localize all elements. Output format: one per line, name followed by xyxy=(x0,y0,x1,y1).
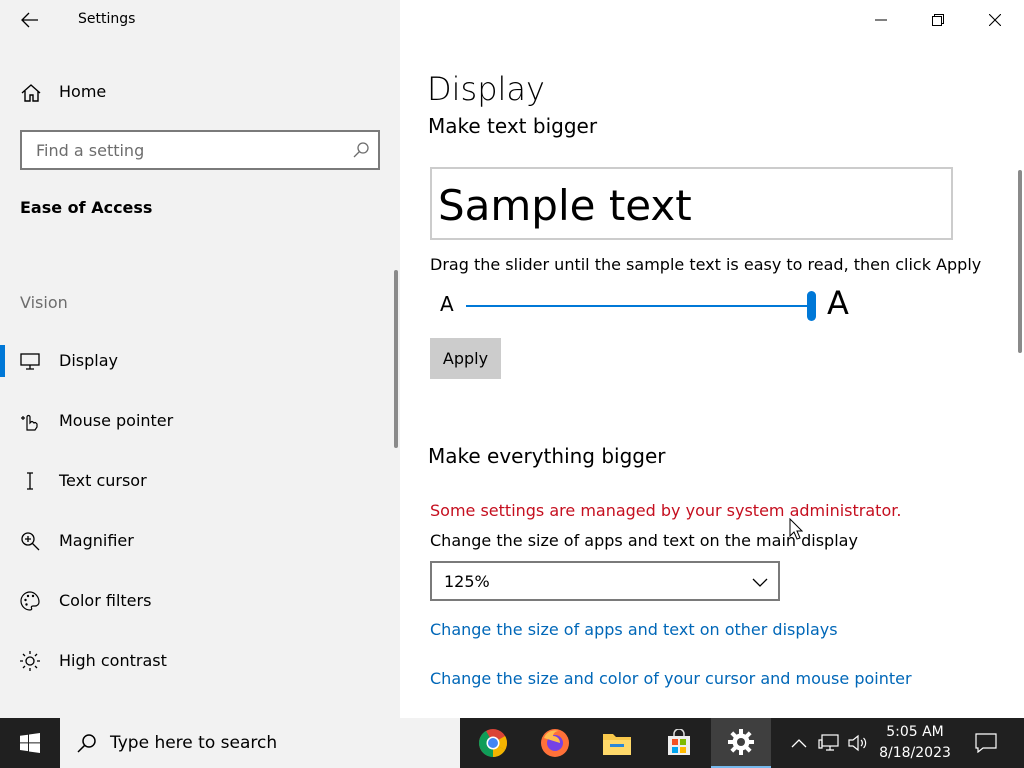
sidebar-item-label: Text cursor xyxy=(59,471,147,490)
search-input[interactable] xyxy=(22,132,342,168)
taskbar-search-placeholder: Type here to search xyxy=(110,733,278,753)
palette-icon xyxy=(20,591,40,611)
sample-text: Sample text xyxy=(438,181,692,230)
back-button[interactable] xyxy=(10,6,50,34)
monitor-icon xyxy=(20,353,40,370)
taskbar-app-file-explorer[interactable] xyxy=(587,718,647,768)
main-scrollbar[interactable] xyxy=(1018,170,1022,353)
sidebar-scrollbar[interactable] xyxy=(394,270,398,448)
sidebar-item-display[interactable]: Display xyxy=(0,339,400,383)
action-center-button[interactable] xyxy=(966,718,1006,768)
sidebar-item-label: Magnifier xyxy=(59,531,134,550)
sidebar-item-high-contrast[interactable]: High contrast xyxy=(0,639,400,683)
sidebar-item-label: Color filters xyxy=(59,591,152,610)
section-heading-everything-bigger: Make everything bigger xyxy=(428,444,666,468)
pointer-icon xyxy=(21,414,38,431)
apply-button[interactable]: Apply xyxy=(430,338,501,379)
sidebar-item-mouse-pointer[interactable]: Mouse pointer xyxy=(0,399,400,443)
sidebar-item-label: Home xyxy=(59,82,107,101)
text-size-slider-thumb[interactable] xyxy=(807,291,816,321)
text-size-slider-track[interactable] xyxy=(466,305,814,307)
link-cursor-pointer-size[interactable]: Change the size and color of your cursor… xyxy=(430,669,912,688)
sun-icon xyxy=(20,651,40,671)
link-other-displays[interactable]: Change the size of apps and text on othe… xyxy=(430,620,838,639)
main-content: Display Make text bigger Sample text Dra… xyxy=(400,0,1024,718)
scale-dropdown-value: 125% xyxy=(444,572,490,591)
slider-max-label: A xyxy=(827,284,849,322)
minimize-icon xyxy=(874,19,887,21)
clock-date: 8/18/2023 xyxy=(879,745,951,761)
speaker-icon xyxy=(848,734,867,752)
section-heading-text-bigger: Make text bigger xyxy=(428,114,598,138)
taskbar-app-chrome[interactable] xyxy=(463,718,523,768)
active-indicator xyxy=(0,345,5,377)
store-icon xyxy=(668,729,690,755)
tray-volume[interactable] xyxy=(847,732,869,754)
chrome-icon xyxy=(479,729,507,757)
magnifier-icon xyxy=(21,532,40,551)
slider-description: Drag the slider until the sample text is… xyxy=(430,255,982,274)
settings-gear-icon xyxy=(728,729,754,755)
minimize-button[interactable] xyxy=(852,0,909,40)
taskbar-clock[interactable]: 5:05 AM 8/18/2023 xyxy=(872,722,958,764)
taskbar-app-store[interactable] xyxy=(649,718,709,768)
sidebar-item-color-filters[interactable]: Color filters xyxy=(0,579,400,623)
start-button[interactable] xyxy=(0,718,60,768)
close-button[interactable] xyxy=(966,0,1023,40)
mouse-cursor-icon xyxy=(789,518,803,540)
close-icon xyxy=(988,14,1001,26)
sidebar-item-label: Mouse pointer xyxy=(59,411,174,430)
sidebar-item-magnifier[interactable]: Magnifier xyxy=(0,519,400,563)
home-icon xyxy=(21,84,41,102)
title-bar: Settings xyxy=(0,0,400,40)
admin-managed-note: Some settings are managed by your system… xyxy=(430,501,902,520)
notification-icon xyxy=(975,733,997,753)
text-cursor-icon xyxy=(27,472,33,490)
taskbar-app-settings[interactable] xyxy=(711,718,771,768)
restore-button[interactable] xyxy=(909,0,966,40)
app-title: Settings xyxy=(78,11,136,27)
section-title: Ease of Access xyxy=(20,198,153,217)
sidebar-item-text-cursor[interactable]: Text cursor xyxy=(0,459,400,503)
page-title: Display xyxy=(427,70,545,108)
sidebar-item-home[interactable]: Home xyxy=(0,72,400,112)
windows-logo-icon xyxy=(20,733,40,753)
network-icon xyxy=(818,734,839,751)
taskbar-search[interactable]: Type here to search xyxy=(60,718,460,768)
sidebar: Settings Home Ease of Access Vision Disp… xyxy=(0,0,400,718)
sidebar-item-label: Display xyxy=(59,351,118,370)
restore-icon xyxy=(931,14,944,26)
back-arrow-icon xyxy=(21,12,38,28)
search-icon xyxy=(77,734,96,753)
file-explorer-icon xyxy=(603,734,631,755)
search-icon[interactable] xyxy=(352,141,370,159)
sidebar-item-label: High contrast xyxy=(59,651,167,670)
scale-dropdown[interactable]: 125% xyxy=(430,561,780,601)
tray-overflow-button[interactable] xyxy=(788,732,810,754)
firefox-icon xyxy=(541,729,569,757)
sample-text-preview: Sample text xyxy=(430,167,953,240)
taskbar: Type here to search 5:05 AM 8/18/2023 xyxy=(0,718,1024,768)
group-label-vision: Vision xyxy=(20,293,68,312)
tray-network[interactable] xyxy=(818,732,840,754)
chevron-up-icon xyxy=(791,739,807,748)
slider-min-label: A xyxy=(440,292,454,316)
taskbar-app-firefox[interactable] xyxy=(525,718,585,768)
clock-time: 5:05 AM xyxy=(886,724,944,740)
chevron-down-icon xyxy=(752,578,768,587)
search-box[interactable] xyxy=(20,130,380,170)
